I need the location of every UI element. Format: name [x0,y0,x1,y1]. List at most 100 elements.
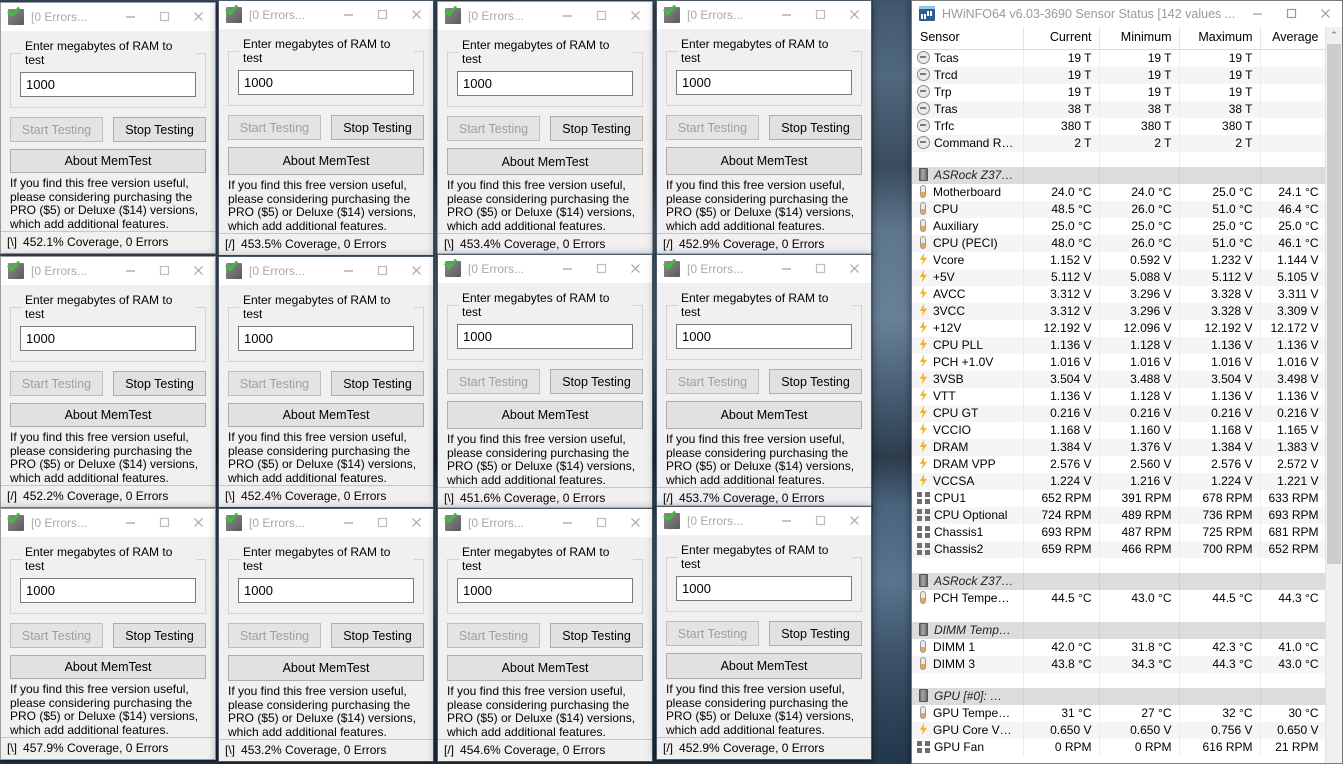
ram-megabytes-input[interactable] [676,324,852,349]
sensor-row[interactable]: CPU (PECI) 48.0 °C 26.0 °C 51.0 °C 46.1 … [912,234,1325,252]
sensor-table-scrollbar[interactable]: ⌃ [1325,27,1342,763]
stop-testing-button[interactable]: Stop Testing [331,371,424,396]
memtest-window-9[interactable]: [0 Errors... Enter megabytes of RAM to t… [0,508,216,760]
ram-megabytes-input[interactable] [457,71,633,96]
about-memtest-button[interactable]: About MemTest [228,655,424,681]
maximize-icon[interactable] [584,509,618,537]
memtest-window-controls[interactable] [550,2,652,29]
start-testing-button[interactable]: Start Testing [666,369,759,394]
memtest-window-controls[interactable] [769,507,871,534]
ram-megabytes-input[interactable] [20,578,196,603]
column-header-maximum[interactable]: Maximum [1179,27,1261,50]
about-memtest-button[interactable]: About MemTest [10,149,206,173]
about-memtest-button[interactable]: About MemTest [10,403,206,427]
maximize-icon[interactable] [584,255,618,283]
maximize-icon[interactable] [147,509,181,537]
sensor-row[interactable]: DRAM VPP 2.576 V 2.560 V 2.576 V 2.572 V [912,455,1325,473]
sensor-row[interactable]: VCCIO 1.168 V 1.160 V 1.168 V 1.165 V [912,421,1325,439]
start-testing-button[interactable]: Start Testing [666,115,759,140]
sensor-group-header[interactable]: DIMM Temp… [912,621,1325,639]
about-memtest-button[interactable]: About MemTest [228,403,424,427]
about-memtest-button[interactable]: About MemTest [228,147,424,175]
sensor-row[interactable]: VTT 1.136 V 1.128 V 1.136 V 1.136 V [912,387,1325,405]
close-icon[interactable] [399,257,433,285]
hwinfo-titlebar[interactable]: HWiNFO64 v6.03-3690 Sensor Status [142 v… [912,1,1342,27]
memtest-window-controls[interactable] [769,255,871,282]
sensor-row[interactable]: 3VSB 3.504 V 3.488 V 3.504 V 3.498 V [912,370,1325,388]
memtest-window-1[interactable]: [0 Errors... Enter megabytes of RAM to t… [0,2,216,254]
column-header-minimum[interactable]: Minimum [1099,27,1180,50]
minimize-icon[interactable] [331,509,365,537]
about-memtest-button[interactable]: About MemTest [666,147,862,175]
stop-testing-button[interactable]: Stop Testing [113,623,206,648]
about-memtest-button[interactable]: About MemTest [447,401,643,429]
sensor-group-header[interactable]: ASRock Z37… [912,572,1325,590]
about-memtest-button[interactable]: About MemTest [666,401,862,429]
minimize-icon[interactable] [769,1,803,29]
minimize-icon[interactable] [113,257,147,285]
sensor-table-header[interactable]: Sensor Current Minimum Maximum Average [912,27,1325,50]
sensor-row[interactable]: +12V 12.192 V 12.096 V 12.192 V 12.172 V [912,319,1325,337]
start-testing-button[interactable]: Start Testing [666,621,759,646]
sensor-row[interactable]: DIMM 1 42.0 °C 31.8 °C 42.3 °C 41.0 °C [912,638,1325,656]
sensor-row[interactable]: Trp 19 T 19 T 19 T [912,83,1325,101]
minimize-icon[interactable] [331,1,365,29]
hwinfo-window-controls[interactable] [1240,1,1342,26]
sensor-row[interactable]: Trfc 380 T 380 T 380 T [912,117,1325,135]
ram-megabytes-input[interactable] [20,72,196,97]
close-icon[interactable] [181,3,215,31]
minimize-icon[interactable] [550,2,584,30]
memtest-window-7[interactable]: [0 Errors... Enter megabytes of RAM to t… [437,254,653,510]
stop-testing-button[interactable]: Stop Testing [550,623,643,648]
minimize-icon[interactable] [1240,1,1274,28]
memtest-window-12[interactable]: [0 Errors... Enter megabytes of RAM to t… [656,506,872,760]
stop-testing-button[interactable]: Stop Testing [331,623,424,648]
memtest-titlebar[interactable]: [0 Errors... [1,3,215,31]
minimize-icon[interactable] [550,255,584,283]
close-icon[interactable] [399,1,433,29]
memtest-window-11[interactable]: [0 Errors... Enter megabytes of RAM to t… [437,508,653,762]
sensor-row[interactable]: VCCSA 1.224 V 1.216 V 1.224 V 1.221 V [912,472,1325,490]
minimize-icon[interactable] [331,257,365,285]
stop-testing-button[interactable]: Stop Testing [769,115,862,140]
close-icon[interactable] [837,255,871,283]
ram-megabytes-input[interactable] [238,326,414,351]
close-icon[interactable] [618,255,652,283]
ram-megabytes-input[interactable] [676,576,852,601]
memtest-window-controls[interactable] [113,509,215,536]
stop-testing-button[interactable]: Stop Testing [113,117,206,142]
sensor-row[interactable]: CPU1 652 RPM 391 RPM 678 RPM 633 RPM [912,489,1325,507]
sensor-row[interactable]: Vcore 1.152 V 0.592 V 1.232 V 1.144 V [912,251,1325,269]
start-testing-button[interactable]: Start Testing [228,623,321,648]
sensor-row[interactable]: Auxiliary 25.0 °C 25.0 °C 25.0 °C 25.0 °… [912,217,1325,235]
ram-megabytes-input[interactable] [676,70,852,95]
column-header-average[interactable]: Average [1260,27,1325,50]
sensor-row[interactable]: Chassis2 659 RPM 466 RPM 700 RPM 652 RPM [912,540,1325,558]
maximize-icon[interactable] [365,509,399,537]
memtest-window-controls[interactable] [769,1,871,28]
memtest-window-2[interactable]: [0 Errors... Enter megabytes of RAM to t… [218,0,434,256]
start-testing-button[interactable]: Start Testing [10,623,103,648]
memtest-titlebar[interactable]: [0 Errors... [1,257,215,285]
close-icon[interactable] [837,507,871,535]
hwinfo64-window[interactable]: HWiNFO64 v6.03-3690 Sensor Status [142 v… [911,0,1343,764]
stop-testing-button[interactable]: Stop Testing [550,116,643,141]
sensor-row[interactable]: Tcas 19 T 19 T 19 T [912,49,1325,67]
memtest-window-6[interactable]: [0 Errors... Enter megabytes of RAM to t… [218,256,434,508]
memtest-window-controls[interactable] [331,1,433,28]
close-icon[interactable] [181,257,215,285]
sensor-row[interactable]: PCH +1.0V 1.016 V 1.016 V 1.016 V 1.016 … [912,353,1325,371]
memtest-titlebar[interactable]: [0 Errors... [657,255,871,283]
ram-megabytes-input[interactable] [238,578,414,603]
start-testing-button[interactable]: Start Testing [10,117,103,142]
maximize-icon[interactable] [1274,1,1308,28]
sensor-row[interactable]: Tras 38 T 38 T 38 T [912,100,1325,118]
memtest-window-controls[interactable] [113,3,215,30]
sensor-row[interactable]: +5V 5.112 V 5.088 V 5.112 V 5.105 V [912,268,1325,286]
minimize-icon[interactable] [550,509,584,537]
close-icon[interactable] [1308,1,1342,28]
maximize-icon[interactable] [365,1,399,29]
sensor-row[interactable]: CPU 48.5 °C 26.0 °C 51.0 °C 46.4 °C [912,200,1325,218]
maximize-icon[interactable] [584,2,618,30]
close-icon[interactable] [837,1,871,29]
